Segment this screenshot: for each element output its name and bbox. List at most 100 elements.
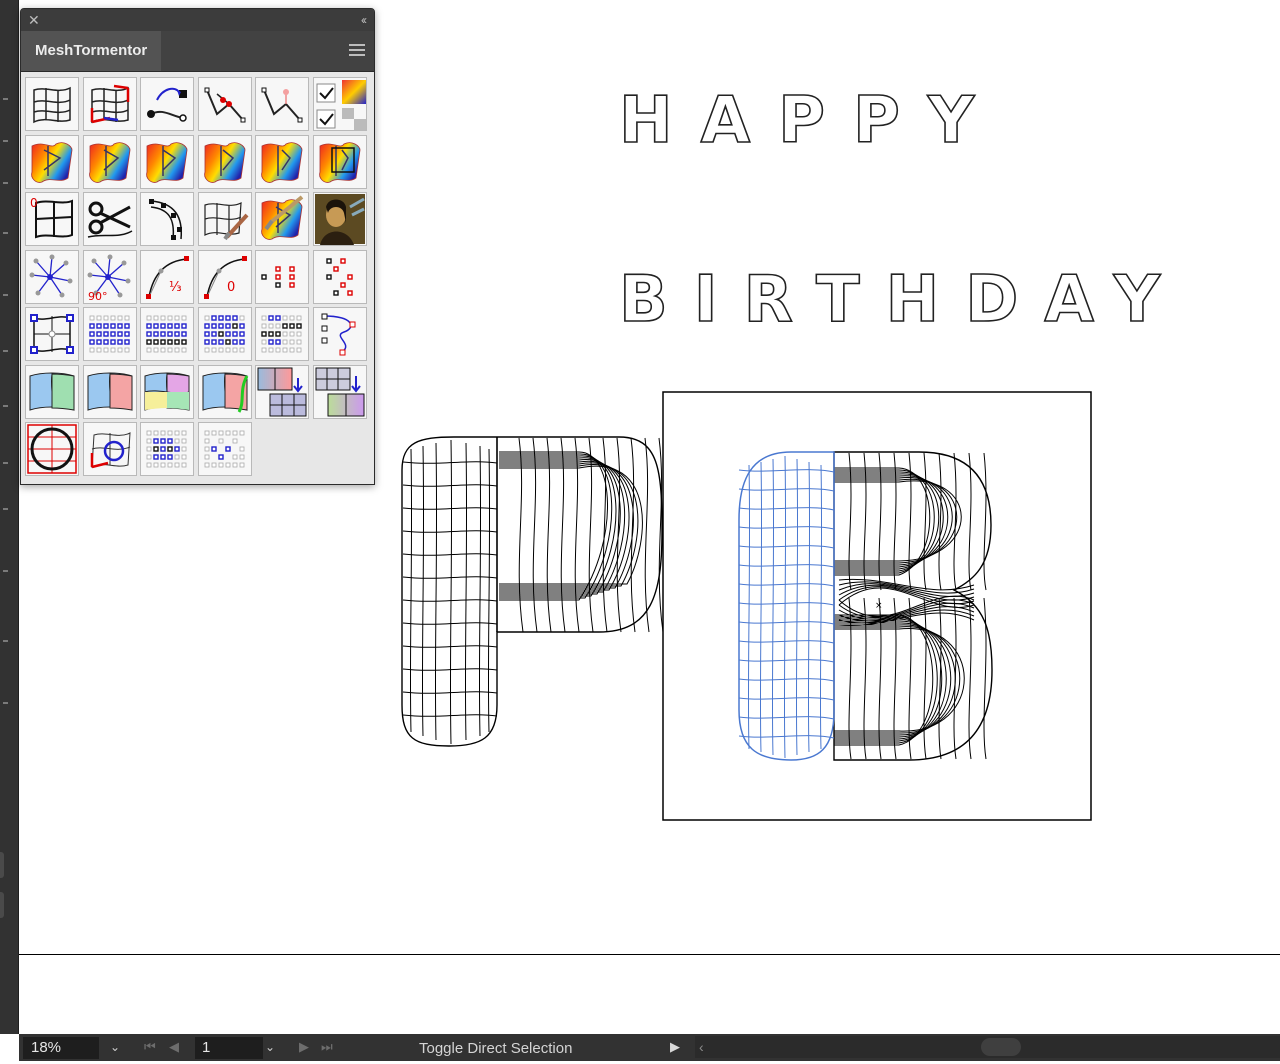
toolbar-tick bbox=[3, 462, 8, 464]
panel-titlebar[interactable]: ✕ ‹‹ bbox=[21, 9, 374, 31]
gradient-mesh-4-icon bbox=[203, 141, 245, 183]
arc-nodes-button[interactable] bbox=[140, 192, 194, 246]
scissors-button[interactable] bbox=[82, 192, 137, 246]
gradient-brush-button[interactable] bbox=[255, 192, 309, 246]
svg-text:⅓: ⅓ bbox=[169, 280, 182, 295]
previous-artboard-icon[interactable]: ◀ bbox=[169, 1038, 179, 1056]
merge-patches-button[interactable] bbox=[255, 364, 309, 419]
mesh-line bbox=[953, 597, 957, 760]
gradient-mesh-1-button[interactable] bbox=[25, 134, 79, 189]
bezier-third-icon: ⅓ bbox=[146, 255, 189, 299]
dot-grid-sparse-button[interactable] bbox=[197, 422, 252, 476]
star-handles-90-button[interactable]: 90° bbox=[82, 249, 137, 304]
merge-patches-icon bbox=[257, 367, 307, 416]
collapse-panel-icon[interactable]: ‹‹ bbox=[361, 11, 367, 29]
red-points-grid-button[interactable] bbox=[255, 249, 309, 304]
color-patch-warp-2-button[interactable] bbox=[82, 364, 137, 419]
status-menu-arrow-icon[interactable]: ▶ bbox=[670, 1038, 680, 1056]
envelope-select-button[interactable] bbox=[25, 307, 79, 361]
mesh-corner-distort-button[interactable] bbox=[82, 77, 137, 131]
mesh-line bbox=[838, 599, 975, 618]
color-patch-warp-4-button[interactable] bbox=[197, 364, 252, 419]
mesh-line bbox=[771, 458, 775, 756]
blue-dot-grid-4-button[interactable] bbox=[255, 307, 309, 361]
mesh-line bbox=[409, 448, 413, 733]
bezier-zero-button[interactable]: 0 bbox=[197, 249, 252, 304]
gradient-mesh-2-button[interactable] bbox=[82, 134, 137, 189]
tools-panel-strip[interactable] bbox=[0, 0, 19, 1034]
gradient-mesh-5-button[interactable] bbox=[255, 134, 309, 189]
color-patch-warp-3-button[interactable] bbox=[140, 364, 194, 419]
grid-zero-icon: 0 bbox=[30, 196, 73, 239]
bezier-zero-icon: 0 bbox=[203, 255, 247, 299]
toolbar-tick bbox=[3, 640, 8, 642]
blue-dot-grid-2-button[interactable] bbox=[140, 307, 194, 361]
toolbar-swatch-handle[interactable] bbox=[0, 852, 4, 878]
mesh-line bbox=[402, 507, 498, 510]
first-artboard-icon[interactable]: ⏮ bbox=[144, 1038, 156, 1056]
close-icon[interactable]: ✕ bbox=[28, 11, 40, 29]
path-nodes-fade-button[interactable] bbox=[255, 77, 309, 131]
grid-zero-button[interactable]: 0 bbox=[25, 192, 79, 246]
toolbar-tick bbox=[3, 702, 8, 704]
path-nodes-red-button[interactable] bbox=[197, 77, 252, 131]
artboard-dropdown-chevron-icon[interactable]: ⌄ bbox=[262, 1039, 278, 1055]
status-bar: 18% ⌄ ⏮ ◀ 1 ⌄ ▶ ⏭ Toggle Direct Selectio… bbox=[19, 1034, 1280, 1061]
happy-outline-text[interactable]: HAPPY bbox=[618, 83, 1002, 159]
birthday-outline-text[interactable]: BIRTHDAY bbox=[618, 262, 1186, 338]
mesh-line bbox=[499, 455, 617, 597]
mesh-line bbox=[938, 452, 942, 591]
mesh-line bbox=[402, 553, 498, 556]
blue-dot-grid-3-button[interactable] bbox=[197, 307, 252, 361]
dot-grid-small-button[interactable] bbox=[140, 422, 194, 476]
red-points-scatter-button[interactable] bbox=[312, 249, 367, 304]
last-artboard-icon[interactable]: ⏭ bbox=[321, 1038, 333, 1056]
path-rotate-anchor-button[interactable] bbox=[140, 77, 194, 131]
gradient-mesh-6-button[interactable] bbox=[312, 134, 367, 189]
circle-grid-button[interactable] bbox=[25, 422, 79, 476]
zoom-dropdown-chevron-icon[interactable]: ⌄ bbox=[107, 1039, 123, 1055]
mona-lisa-image-button[interactable] bbox=[312, 192, 367, 246]
gradient-mesh-2-icon bbox=[88, 141, 130, 183]
artboard-number-field[interactable]: 1 bbox=[195, 1037, 263, 1059]
toolbar-tick bbox=[3, 182, 8, 184]
mesh-letter-b[interactable]: × bbox=[738, 451, 993, 761]
mesh-line bbox=[546, 437, 552, 633]
mesh-line bbox=[738, 735, 835, 739]
mesh-line bbox=[759, 461, 763, 753]
panel-menu-icon[interactable] bbox=[349, 44, 365, 57]
mesh-line bbox=[738, 659, 835, 663]
checkbox-pair-button[interactable] bbox=[312, 77, 367, 131]
scroll-left-icon[interactable]: ‹ bbox=[699, 1036, 704, 1058]
scissors-icon bbox=[87, 201, 132, 238]
tab-meshtormentor[interactable]: MeshTormentor bbox=[21, 31, 162, 71]
mesh-letter-p[interactable] bbox=[401, 436, 664, 747]
center-point-marker[interactable]: × bbox=[875, 601, 883, 611]
mesh-distort-button[interactable] bbox=[25, 77, 79, 131]
rotate-mesh-icon bbox=[90, 432, 131, 469]
mesh-line bbox=[738, 678, 835, 682]
gradient-mesh-3-button[interactable] bbox=[140, 134, 194, 189]
bezier-third-button[interactable]: ⅓ bbox=[140, 249, 194, 304]
gradient-mesh-4-button[interactable] bbox=[197, 134, 252, 189]
status-text[interactable]: Toggle Direct Selection bbox=[419, 1034, 572, 1061]
rotate-mesh-button[interactable] bbox=[82, 422, 137, 476]
color-patch-warp-1-button[interactable] bbox=[25, 364, 79, 419]
mesh-line bbox=[738, 564, 835, 568]
zoom-level-field[interactable]: 18% bbox=[23, 1037, 99, 1059]
blue-dot-grid-1-button[interactable] bbox=[82, 307, 137, 361]
split-patches-button[interactable] bbox=[312, 364, 367, 419]
path-nodes-fade-icon bbox=[261, 87, 303, 123]
mesh-brush-button[interactable] bbox=[197, 192, 252, 246]
svg-text:0: 0 bbox=[30, 196, 38, 210]
mesh-line bbox=[738, 507, 835, 511]
star-handles-90-icon: 90° bbox=[87, 254, 130, 303]
mesh-b-stem-selected[interactable] bbox=[738, 451, 835, 761]
horizontal-scrollbar[interactable]: ‹ bbox=[695, 1036, 1280, 1058]
star-handles-button[interactable] bbox=[25, 249, 79, 304]
next-artboard-icon[interactable]: ▶ bbox=[299, 1038, 309, 1056]
toolbar-swatch-handle[interactable] bbox=[0, 892, 4, 918]
path-zigzag-button[interactable] bbox=[312, 307, 367, 361]
meshtormentor-panel[interactable]: ✕ ‹‹ MeshTormentor 0 90° ⅓ 0 bbox=[20, 8, 375, 485]
scroll-thumb[interactable] bbox=[981, 1038, 1021, 1056]
